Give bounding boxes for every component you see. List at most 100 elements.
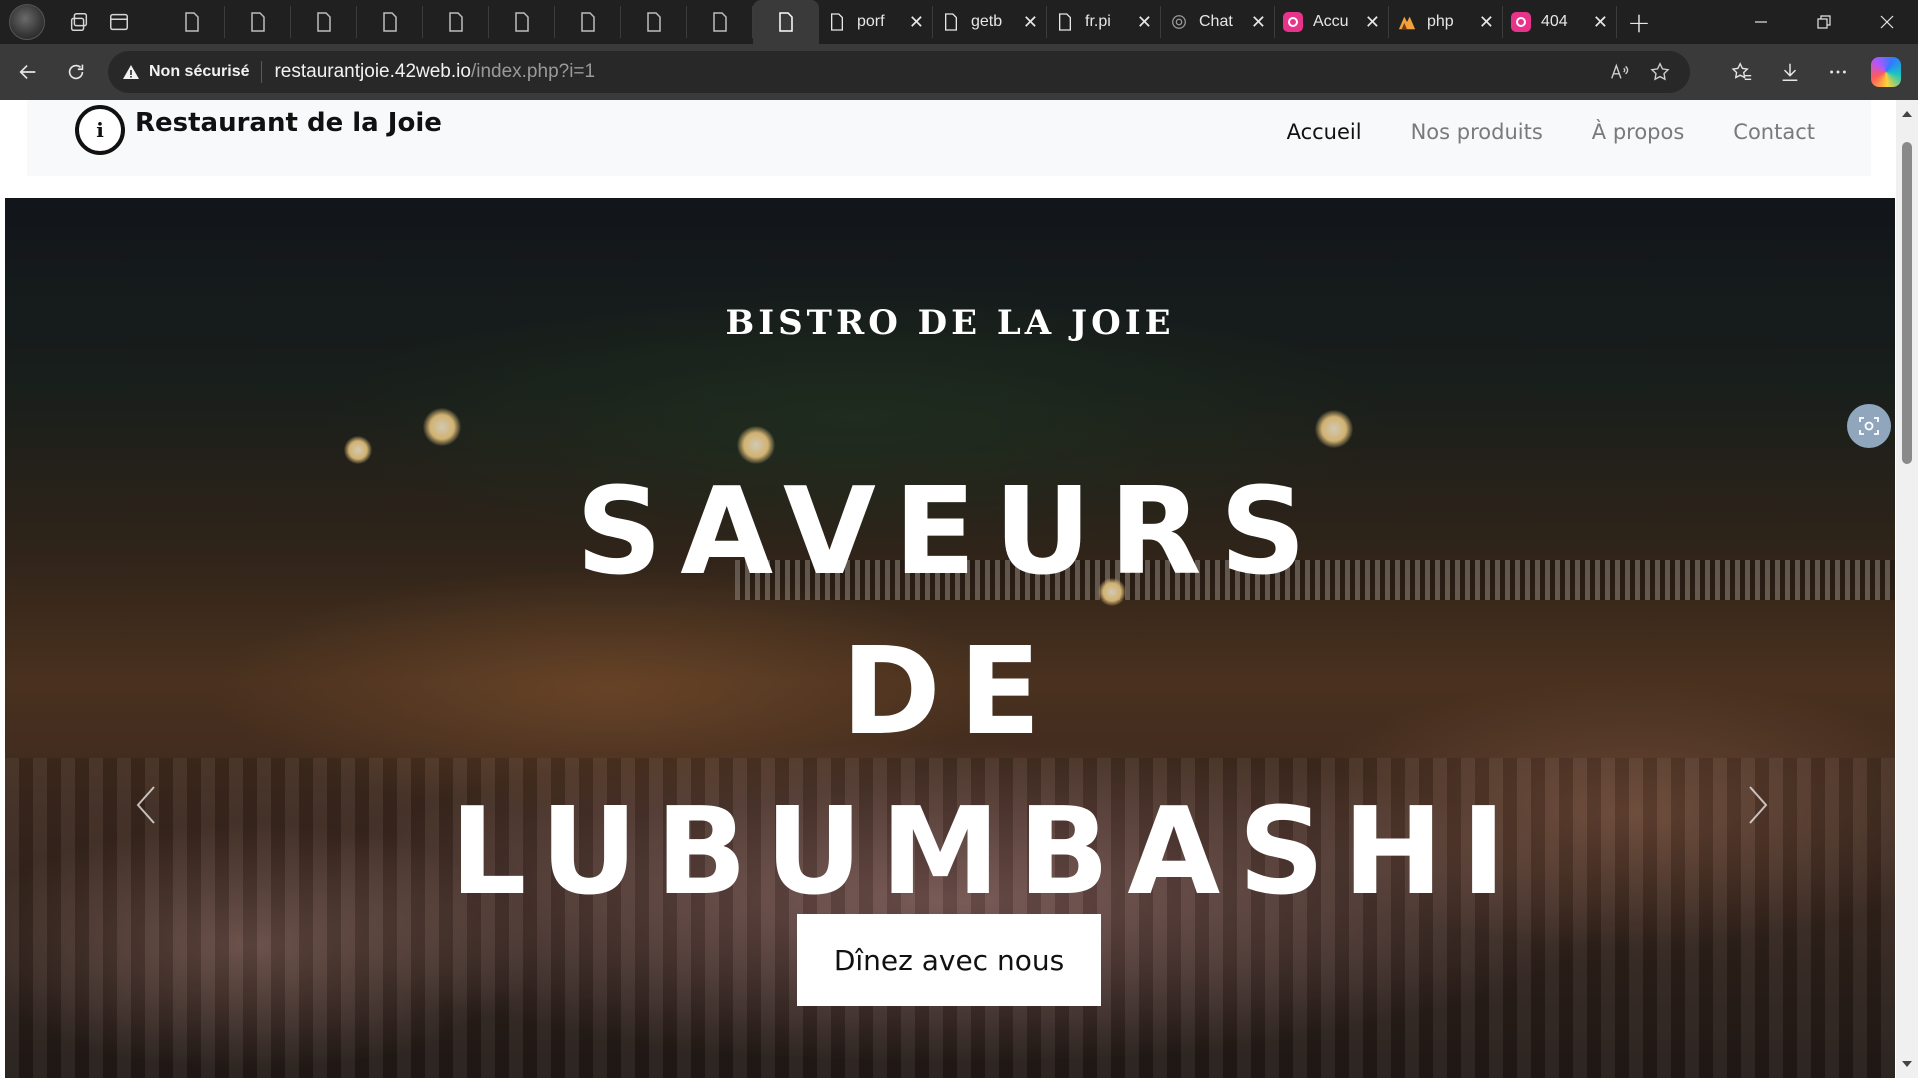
close-icon[interactable]: ✕ xyxy=(1365,13,1380,31)
pinned-tab[interactable] xyxy=(423,6,489,38)
url-path: /index.php?i=1 xyxy=(470,61,596,82)
restore-button[interactable] xyxy=(1792,0,1855,44)
minimize-button[interactable] xyxy=(1729,0,1792,44)
site-logo[interactable]: i xyxy=(75,105,125,155)
hero-title-line: SAVEURS DE xyxy=(575,463,1325,762)
pinned-tab[interactable] xyxy=(159,6,225,38)
carousel-prev-button[interactable] xyxy=(126,775,166,835)
chevron-left-icon xyxy=(136,786,155,824)
document-icon xyxy=(779,12,793,32)
browser-tab[interactable]: Chat ✕ xyxy=(1161,6,1275,38)
close-icon[interactable]: ✕ xyxy=(1479,13,1494,31)
browser-tab[interactable]: php ✕ xyxy=(1389,6,1503,38)
tab-title: Accu xyxy=(1313,13,1349,30)
omnibox-actions xyxy=(1600,51,1680,93)
tab-list: porf ✕ getb ✕ fr.pi ✕ Chat ✕ Accu ✕ php … xyxy=(159,0,1661,44)
site-navbar: i Restaurant de la Joie Accueil Nos prod… xyxy=(27,100,1871,176)
hero-title-line: LUBUMBASHI xyxy=(450,783,1524,922)
browser-tab[interactable]: 404 ✕ xyxy=(1503,6,1617,38)
refresh-button[interactable] xyxy=(56,52,96,92)
browser-tab[interactable]: fr.pi ✕ xyxy=(1047,6,1161,38)
close-icon[interactable]: ✕ xyxy=(1593,13,1608,31)
security-label: Non sécurisé xyxy=(149,63,250,80)
pink-app-icon xyxy=(1283,12,1303,32)
document-icon xyxy=(448,12,463,32)
tab-strip: porf ✕ getb ✕ fr.pi ✕ Chat ✕ Accu ✕ php … xyxy=(0,0,1918,44)
nav-link-contact[interactable]: Contact xyxy=(1733,120,1815,144)
favorite-star-icon[interactable] xyxy=(1640,52,1680,92)
visual-search-icon xyxy=(1859,417,1879,435)
close-window-button[interactable] xyxy=(1855,0,1918,44)
url-text[interactable]: restaurantjoie.42web.io/index.php?i=1 xyxy=(274,61,595,83)
workspaces-icon[interactable] xyxy=(59,2,99,42)
triangle-icon xyxy=(1397,12,1417,32)
pinned-tab[interactable] xyxy=(489,6,555,38)
tab-title: 404 xyxy=(1541,13,1568,30)
warning-icon xyxy=(123,65,139,79)
browser-tab[interactable]: getb ✕ xyxy=(933,6,1047,38)
carousel-next-button[interactable] xyxy=(1738,775,1778,835)
url-host: restaurantjoie.42web.io xyxy=(274,61,471,82)
hero-title: SAVEURS DE LUBUMBASHI xyxy=(450,453,1524,933)
document-icon xyxy=(250,12,265,32)
nav-link-accueil[interactable]: Accueil xyxy=(1287,120,1362,144)
hero-kicker: BISTRO DE LA JOIE xyxy=(725,303,1175,343)
tab-title: Chat xyxy=(1199,13,1233,30)
pinned-tab[interactable] xyxy=(291,6,357,38)
favorites-icon[interactable] xyxy=(1718,48,1766,96)
document-icon xyxy=(941,12,961,32)
pinned-tab[interactable] xyxy=(357,6,423,38)
page-viewport: i Restaurant de la Joie Accueil Nos prod… xyxy=(0,100,1918,1078)
site-brand[interactable]: Restaurant de la Joie xyxy=(135,108,442,138)
pinned-tab[interactable] xyxy=(687,6,753,38)
more-options-icon[interactable] xyxy=(1814,48,1862,96)
tab-title: getb xyxy=(971,13,1003,30)
new-tab-button[interactable]: + xyxy=(1617,0,1661,44)
scroll-thumb[interactable] xyxy=(1902,142,1912,464)
page-scrollbar[interactable] xyxy=(1896,100,1918,1078)
vertical-tabs-icon[interactable] xyxy=(99,2,139,42)
pinned-tab-active[interactable] xyxy=(753,0,819,44)
profile-avatar[interactable] xyxy=(9,4,45,40)
close-icon[interactable]: ✕ xyxy=(1137,13,1152,31)
pink-app-icon xyxy=(1511,12,1531,32)
copilot-button[interactable] xyxy=(1862,48,1910,96)
document-icon xyxy=(316,12,331,32)
back-arrow-icon xyxy=(19,64,36,80)
close-icon[interactable]: ✕ xyxy=(909,13,924,31)
scroll-up-icon[interactable] xyxy=(1901,108,1913,120)
dine-with-us-button[interactable]: Dînez avec nous xyxy=(797,914,1101,1006)
close-icon[interactable]: ✕ xyxy=(1251,13,1266,31)
back-button[interactable] xyxy=(8,52,48,92)
read-aloud-icon[interactable] xyxy=(1600,52,1640,92)
close-icon[interactable]: ✕ xyxy=(1023,13,1038,31)
nav-link-a-propos[interactable]: À propos xyxy=(1592,120,1685,144)
browser-tab[interactable]: Accu ✕ xyxy=(1275,6,1389,38)
omnibox-divider xyxy=(261,61,263,83)
tab-title: porf xyxy=(857,13,885,30)
security-badge[interactable]: Non sécurisé xyxy=(122,63,249,81)
visual-search-button[interactable] xyxy=(1847,404,1891,448)
browser-tab[interactable]: porf ✕ xyxy=(819,6,933,38)
document-icon xyxy=(827,12,847,32)
address-bar[interactable]: Non sécurisé restaurantjoie.42web.io/ind… xyxy=(108,51,1690,93)
window-controls xyxy=(1729,0,1918,44)
site-menu: Accueil Nos produits À propos Contact xyxy=(1238,120,1815,144)
document-icon xyxy=(184,12,199,32)
downloads-icon[interactable] xyxy=(1766,48,1814,96)
nav-link-nos-produits[interactable]: Nos produits xyxy=(1411,120,1543,144)
scroll-down-icon[interactable] xyxy=(1901,1058,1913,1070)
document-icon xyxy=(646,12,661,32)
pinned-tab[interactable] xyxy=(621,6,687,38)
document-icon xyxy=(580,12,595,32)
openai-icon xyxy=(1169,12,1189,32)
logo-text: i xyxy=(96,118,104,142)
chevron-right-icon xyxy=(1749,786,1768,824)
pinned-tab[interactable] xyxy=(225,6,291,38)
tab-title: fr.pi xyxy=(1085,13,1111,30)
toolbar-actions xyxy=(1718,44,1918,100)
tab-title: php xyxy=(1427,13,1454,30)
document-icon xyxy=(382,12,397,32)
browser-toolbar: Non sécurisé restaurantjoie.42web.io/ind… xyxy=(0,44,1918,100)
pinned-tab[interactable] xyxy=(555,6,621,38)
